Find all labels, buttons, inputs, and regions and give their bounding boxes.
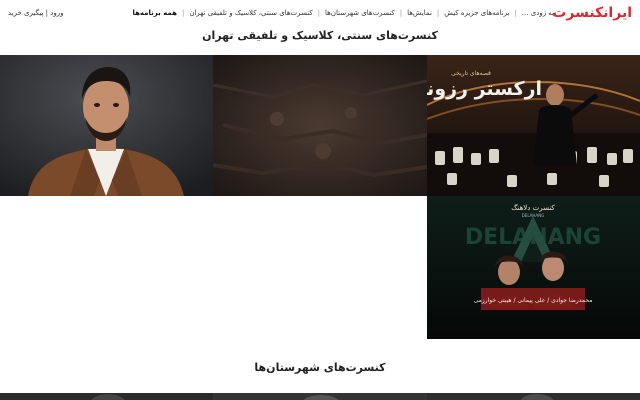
nav-kish-island[interactable]: برنامه‌های جزیره کیش <box>444 9 509 17</box>
event-card-orchestra-concert[interactable]: ارکستر رزونیک قصه‌های تاریخی <box>427 55 640 196</box>
nav-separator: | <box>514 9 517 17</box>
site-logo[interactable]: ایرانکنسرت <box>552 5 632 21</box>
concert-hall-image <box>213 55 427 196</box>
nav-all-programs[interactable]: همه برنامه‌ها <box>132 9 177 17</box>
artist-portrait-image <box>0 55 213 196</box>
nav-province-concerts[interactable]: کنسرت‌های شهرستان‌ها <box>325 9 395 17</box>
province-event-card-3[interactable] <box>427 389 640 400</box>
delahang-poster-heading: کنسرت دلاهنگ <box>511 203 555 212</box>
province-card-2-image <box>213 393 427 400</box>
nav-separator: | <box>436 9 440 17</box>
nav-separator: | <box>181 9 185 17</box>
section-title-province-concerts: کنسرت‌های شهرستان‌ها <box>254 361 386 374</box>
delahang-poster-names: محمدرضا جوادی / علی پیمانی / هیبتی خوارز… <box>474 297 593 304</box>
section-title-tehran-concerts: کنسرت‌های سنتی، کلاسیک و تلفیقی تهران <box>202 29 438 42</box>
nav-separator: | <box>399 9 403 17</box>
nav-coming-soon[interactable]: به زودی ... <box>522 9 554 17</box>
orchestra-poster: ارکستر رزونیک قصه‌های تاریخی <box>427 55 640 196</box>
event-card-delahang-concert[interactable]: کنسرت دلاهنگ DELAHANG DELAHANG محمدرضا ج… <box>427 196 640 339</box>
nav-shows[interactable]: نمایش‌ها <box>407 9 432 17</box>
province-card-1-image <box>0 393 213 400</box>
delahang-poster-watermark: DELAHANG <box>465 225 601 250</box>
login-track-purchase-link[interactable]: ورود | پیگیری خرید <box>8 9 63 17</box>
delahang-poster-latin: DELAHANG <box>522 213 545 218</box>
nav-separator: | <box>317 9 321 17</box>
event-card-artist-portrait[interactable] <box>0 55 213 196</box>
nav-tehran-concerts[interactable]: کنسرت‌های سنتی، کلاسیک و تلفیقی تهران <box>189 9 312 17</box>
main-menu: همه برنامه‌ها | کنسرت‌های سنتی، کلاسیک و… <box>132 9 554 17</box>
province-event-card-2[interactable] <box>213 389 427 400</box>
province-card-3-image <box>427 393 640 400</box>
orchestra-poster-title: ارکستر رزونیک <box>427 78 542 100</box>
delahang-poster: کنسرت دلاهنگ DELAHANG DELAHANG محمدرضا ج… <box>427 196 640 339</box>
orchestra-poster-subtitle: قصه‌های تاریخی <box>451 70 491 77</box>
province-event-card-1[interactable] <box>0 389 213 400</box>
top-navigation-bar: ایرانکنسرت همه برنامه‌ها | کنسرت‌های سنت… <box>0 0 640 28</box>
event-card-concert-hall[interactable] <box>213 55 427 196</box>
